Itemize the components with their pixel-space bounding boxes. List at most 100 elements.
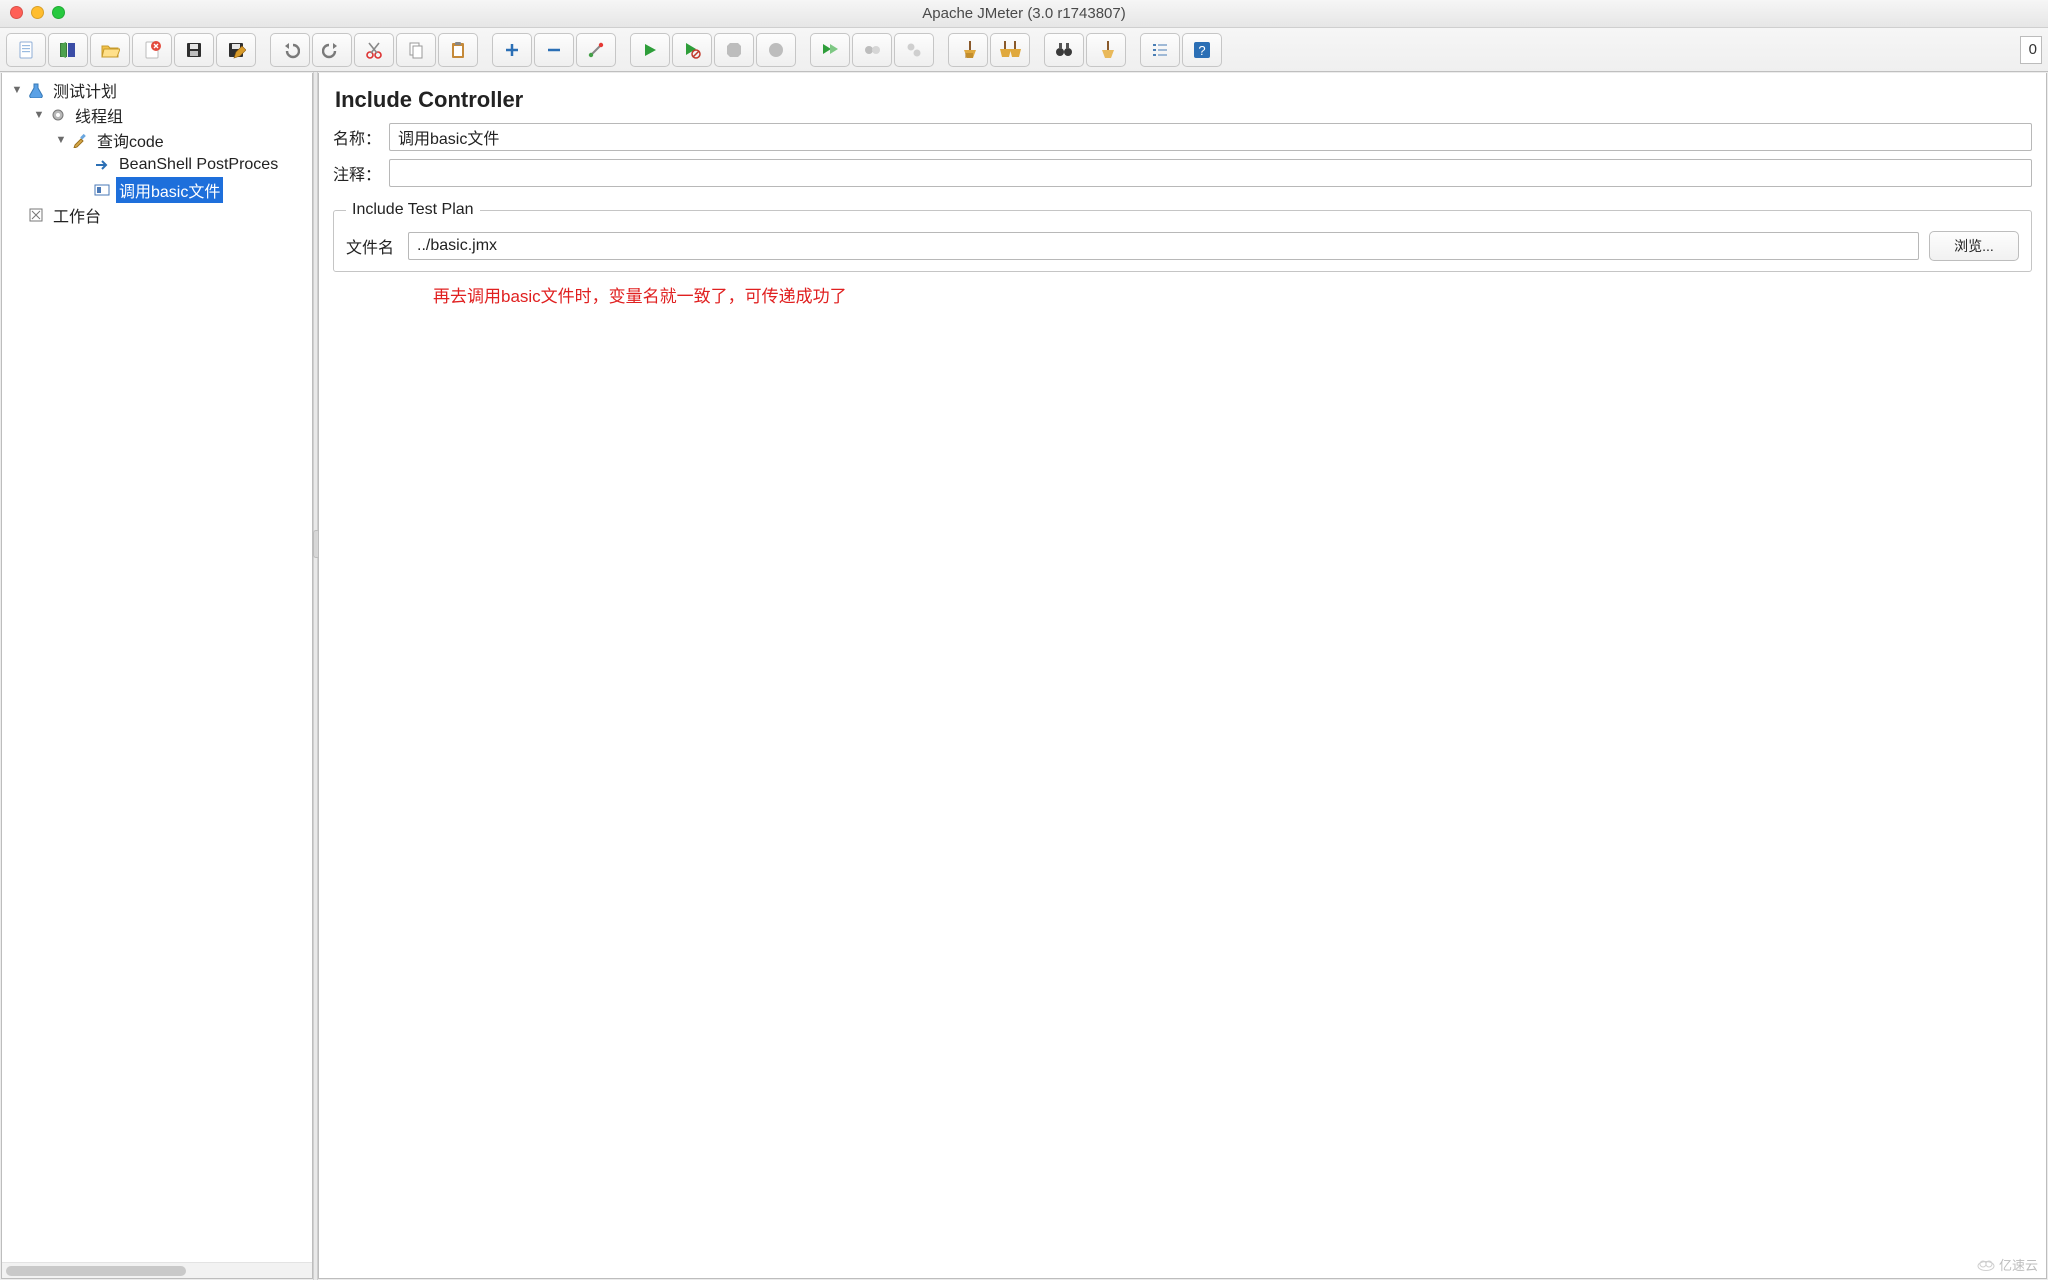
name-label: 名称： (333, 125, 389, 149)
browse-button[interactable]: 浏览... (1929, 231, 2019, 261)
save-button[interactable] (174, 33, 214, 67)
copy-button[interactable] (396, 33, 436, 67)
scissors-icon (364, 40, 384, 60)
close-button[interactable] (132, 33, 172, 67)
editor-pane: Include Controller 名称： 注释： Include Test … (318, 73, 2047, 1279)
save-as-button[interactable] (216, 33, 256, 67)
start-no-timers-button[interactable] (672, 33, 712, 67)
save-icon (184, 40, 204, 60)
tree-label: 调用basic文件 (116, 177, 223, 203)
tree-label: 线程组 (72, 102, 126, 128)
include-fieldset: Include Test Plan 文件名 浏览... (333, 201, 2032, 272)
tree-label: 测试计划 (50, 77, 120, 103)
flask-icon (26, 82, 46, 98)
maximize-window-button[interactable] (52, 6, 65, 19)
clipboard-icon (448, 40, 468, 60)
save-edit-icon (226, 40, 246, 60)
remote-stop-button[interactable] (852, 33, 892, 67)
play-icon (642, 42, 658, 58)
scrollbar-thumb[interactable] (6, 1266, 186, 1276)
broom-reset-icon (1096, 40, 1116, 60)
broom-all-icon (999, 40, 1021, 60)
tree-node-include[interactable]: 调用basic文件 (2, 177, 312, 202)
undo-button[interactable] (270, 33, 310, 67)
broom-icon (958, 40, 978, 60)
clear-all-button[interactable] (990, 33, 1030, 67)
expand-button[interactable] (492, 33, 532, 67)
tree-label: BeanShell PostProces (116, 155, 281, 175)
reset-search-button[interactable] (1086, 33, 1126, 67)
window-title: Apache JMeter (3.0 r1743807) (922, 5, 1125, 22)
search-button[interactable] (1044, 33, 1084, 67)
arrow-right-icon (92, 157, 112, 173)
tree-horizontal-scrollbar[interactable] (2, 1262, 312, 1278)
name-row: 名称： (333, 123, 2032, 151)
file-label: 文件名 (346, 234, 398, 258)
minimize-window-button[interactable] (31, 6, 44, 19)
remote-shutdown-icon (905, 41, 923, 59)
collapse-button[interactable] (534, 33, 574, 67)
open-button[interactable] (90, 33, 130, 67)
comment-input[interactable] (389, 159, 2032, 187)
svg-text:?: ? (1198, 43, 1205, 58)
redo-button[interactable] (312, 33, 352, 67)
toggle-icon (587, 41, 605, 59)
clear-button[interactable] (948, 33, 988, 67)
function-helper-button[interactable] (1140, 33, 1180, 67)
help-icon: ? (1193, 41, 1211, 59)
chevron-down-icon[interactable]: ▼ (32, 109, 46, 121)
help-button[interactable]: ? (1182, 33, 1222, 67)
app-window: Apache JMeter (3.0 r1743807) (0, 0, 2048, 1280)
annotation-text: 再去调用basic文件时，变量名就一致了，可传递成功了 (433, 282, 2032, 307)
remote-start-button[interactable] (810, 33, 850, 67)
play-no-pause-icon (683, 41, 701, 59)
start-button[interactable] (630, 33, 670, 67)
toggle-button[interactable] (576, 33, 616, 67)
tree-node-threadgroup[interactable]: ▼ 线程组 (2, 102, 312, 127)
redo-icon (322, 40, 342, 60)
dropper-icon (70, 132, 90, 148)
copy-icon (406, 40, 426, 60)
new-button[interactable] (6, 33, 46, 67)
gear-icon (48, 107, 68, 123)
minus-icon (546, 42, 562, 58)
tree[interactable]: ▼ 测试计划 ▼ 线程组 ▼ 查询code BeanShell PostProc… (2, 73, 312, 1262)
body: ▼ 测试计划 ▼ 线程组 ▼ 查询code BeanShell PostProc… (0, 72, 2048, 1280)
stop-icon (725, 41, 743, 59)
cut-button[interactable] (354, 33, 394, 67)
paste-button[interactable] (438, 33, 478, 67)
stop-button[interactable] (714, 33, 754, 67)
watermark: 亿速云 (1977, 1255, 2038, 1274)
remote-play-icon (821, 41, 839, 59)
shutdown-button[interactable] (756, 33, 796, 67)
folder-open-icon (100, 40, 120, 60)
tree-node-testplan[interactable]: ▼ 测试计划 (2, 77, 312, 102)
name-input[interactable] (389, 123, 2032, 151)
thread-counter: 0 (2020, 36, 2042, 64)
cloud-icon (1977, 1259, 1995, 1271)
watermark-text: 亿速云 (1999, 1255, 2038, 1274)
tree-pane: ▼ 测试计划 ▼ 线程组 ▼ 查询code BeanShell PostProc… (1, 73, 313, 1279)
panel-title: Include Controller (335, 87, 2032, 113)
remote-shutdown-button[interactable] (894, 33, 934, 67)
tree-node-workbench[interactable]: 工作台 (2, 202, 312, 227)
chevron-down-icon[interactable]: ▼ (54, 134, 68, 146)
list-icon (1151, 41, 1169, 59)
fieldset-legend: Include Test Plan (346, 201, 480, 219)
workbench-icon (26, 207, 46, 223)
file-icon (16, 40, 36, 60)
include-controller-icon (92, 182, 112, 198)
tree-node-beanshell[interactable]: BeanShell PostProces (2, 152, 312, 177)
chevron-down-icon[interactable]: ▼ (10, 84, 24, 96)
comment-label: 注释： (333, 161, 389, 185)
templates-button[interactable] (48, 33, 88, 67)
tree-node-query[interactable]: ▼ 查询code (2, 127, 312, 152)
shutdown-icon (767, 41, 785, 59)
plus-icon (504, 42, 520, 58)
close-window-button[interactable] (10, 6, 23, 19)
document-close-icon (142, 40, 162, 60)
binoculars-icon (1054, 40, 1074, 60)
file-input[interactable] (408, 232, 1919, 260)
tree-label: 查询code (94, 127, 167, 153)
templates-icon (58, 40, 78, 60)
